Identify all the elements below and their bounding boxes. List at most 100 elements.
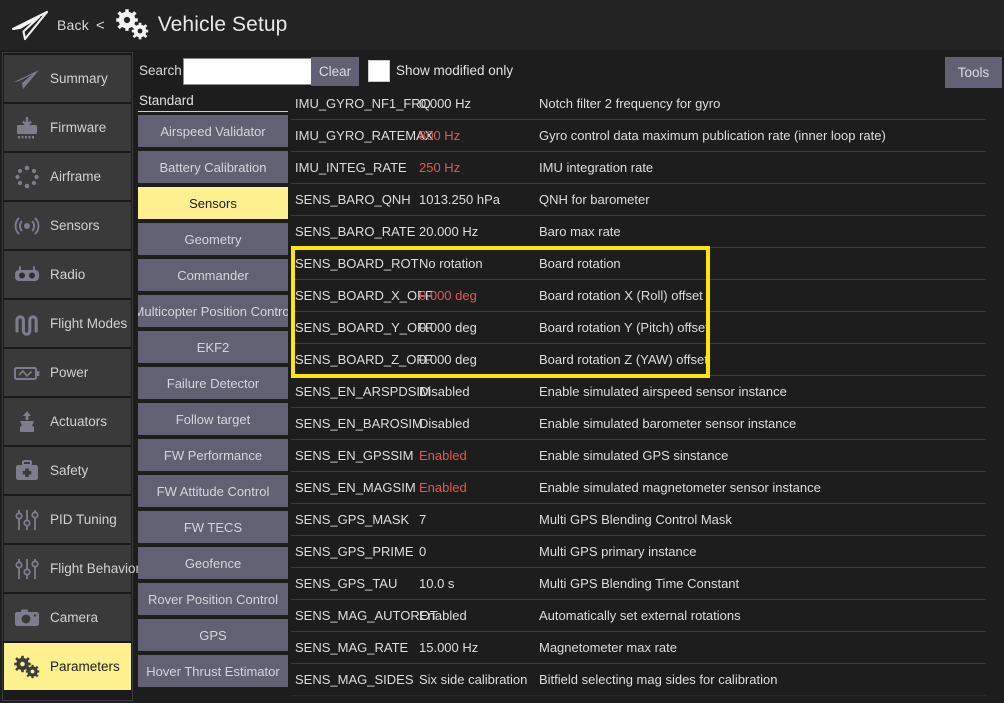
group-item[interactable]: Multicopter Position Control xyxy=(138,295,288,327)
table-row[interactable]: SENS_BOARD_Y_OFF0.000 degBoard rotation … xyxy=(291,312,986,344)
parameter-value: 15.000 Hz xyxy=(419,640,539,655)
group-item[interactable]: GPS xyxy=(138,619,288,651)
group-item[interactable]: Failure Detector xyxy=(138,367,288,399)
table-row[interactable]: IMU_INTEG_RATE250 HzIMU integration rate xyxy=(291,152,986,184)
sidebar-item-label: Sensors xyxy=(50,218,100,233)
parameter-description: Magnetometer max rate xyxy=(539,640,677,655)
sidebar-item-label: Radio xyxy=(50,267,85,282)
group-item[interactable]: Follow target xyxy=(138,403,288,435)
clear-button[interactable]: Clear xyxy=(311,57,359,86)
sidebar-item-parameters[interactable]: Parameters xyxy=(4,643,131,690)
parameter-description: Gyro control data maximum publication ra… xyxy=(539,128,886,143)
parameter-name: SENS_BARO_RATE xyxy=(291,224,419,239)
parameter-name: SENS_EN_GPSSIM xyxy=(291,448,419,463)
table-row[interactable]: SENS_EN_ARSPDSIMDisabledEnable simulated… xyxy=(291,376,986,408)
sidebar-item-label: Parameters xyxy=(50,659,120,674)
sidebar-item-firmware[interactable]: Firmware xyxy=(4,104,131,151)
gears-icon xyxy=(113,8,151,42)
table-row[interactable]: IMU_GYRO_NF1_FRQ0.000 HzNotch filter 2 f… xyxy=(291,88,986,120)
parameter-name: SENS_EN_BAROSIM xyxy=(291,416,419,431)
sliders-icon xyxy=(12,507,42,533)
table-row[interactable]: SENS_GPS_TAU10.0 sMulti GPS Blending Tim… xyxy=(291,568,986,600)
table-row[interactable]: SENS_BARO_RATE20.000 HzBaro max rate xyxy=(291,216,986,248)
parameter-name: SENS_BOARD_Z_OFF xyxy=(291,352,419,367)
group-item[interactable]: Geofence xyxy=(138,547,288,579)
waveform-icon xyxy=(12,311,42,337)
table-row[interactable]: SENS_EN_GPSSIMEnabledEnable simulated GP… xyxy=(291,440,986,472)
table-row[interactable]: SENS_EN_BAROSIMDisabledEnable simulated … xyxy=(291,408,986,440)
parameter-value: Enabled xyxy=(419,608,539,623)
parameter-name: SENS_EN_MAGSIM xyxy=(291,480,419,495)
parameter-name: SENS_GPS_TAU xyxy=(291,576,419,591)
group-item[interactable]: Airspeed Validator xyxy=(138,115,288,147)
group-item[interactable]: Sensors xyxy=(138,187,288,219)
sidebar-item-label: Power xyxy=(50,365,88,380)
sidebar-item-flight-modes[interactable]: Flight Modes xyxy=(4,300,131,347)
table-row[interactable]: SENS_GPS_PRIME0Multi GPS primary instanc… xyxy=(291,536,986,568)
group-item[interactable]: Commander xyxy=(138,259,288,291)
parameter-name: IMU_GYRO_RATEMAX xyxy=(291,128,419,143)
group-item[interactable]: FW Performance xyxy=(138,439,288,471)
sidebar-item-label: PID Tuning xyxy=(50,512,117,527)
parameter-group-list: Standard Airspeed ValidatorBattery Calib… xyxy=(137,92,291,703)
parameter-name: SENS_BARO_QNH xyxy=(291,192,419,207)
group-item[interactable]: EKF2 xyxy=(138,331,288,363)
group-item[interactable]: FW TECS xyxy=(138,511,288,543)
sidebar-item-label: Camera xyxy=(50,610,98,625)
group-item[interactable]: Battery Calibration xyxy=(138,151,288,183)
parameter-value: Enabled xyxy=(419,448,539,463)
table-row[interactable]: IMU_GYRO_RATEMAX800 HzGyro control data … xyxy=(291,120,986,152)
gears-icon xyxy=(12,654,42,680)
setup-sidebar: Summary Firmware xyxy=(2,52,133,701)
back-label[interactable]: Back xyxy=(57,17,89,33)
app-header: Back < xyxy=(0,0,1004,50)
paper-plane-icon[interactable] xyxy=(9,7,51,43)
sidebar-item-label: Flight Modes xyxy=(50,316,127,331)
table-row[interactable]: SENS_MAG_AUTOROTEnabledAutomatically set… xyxy=(291,600,986,632)
parameter-name: SENS_EN_ARSPDSIM xyxy=(291,384,419,399)
parameter-value: No rotation xyxy=(419,256,539,271)
sidebar-item-airframe[interactable]: Airframe xyxy=(4,153,131,200)
parameter-name: IMU_INTEG_RATE xyxy=(291,160,419,175)
parameter-description: Enable simulated barometer sensor instan… xyxy=(539,416,796,431)
sidebar-item-radio[interactable]: Radio xyxy=(4,251,131,298)
table-row[interactable]: SENS_EN_MAGSIMEnabledEnable simulated ma… xyxy=(291,472,986,504)
sidebar-item-camera[interactable]: Camera xyxy=(4,594,131,641)
show-modified-only-checkbox[interactable] xyxy=(368,60,390,82)
sidebar-item-label: Firmware xyxy=(50,120,106,135)
table-row[interactable]: SENS_BOARD_Z_OFF0.000 degBoard rotation … xyxy=(291,344,986,376)
parameter-value: 0 xyxy=(419,544,539,559)
table-row[interactable]: SENS_GPS_MASK7Multi GPS Blending Control… xyxy=(291,504,986,536)
parameter-rows-container: IMU_GYRO_NF1_FRQ0.000 HzNotch filter 2 f… xyxy=(291,88,1002,696)
group-items-container: Airspeed Validator Battery Calibration Sen… xyxy=(137,115,291,687)
sidebar-item-flight-behavior[interactable]: Flight Behavior xyxy=(4,545,131,592)
parameter-name: IMU_GYRO_NF1_FRQ xyxy=(291,96,419,111)
parameter-description: Board rotation X (Roll) offset xyxy=(539,288,703,303)
parameter-table: IMU_GYRO_NF1_FRQ0.000 HzNotch filter 2 f… xyxy=(291,88,1002,703)
parameter-value: Disabled xyxy=(419,384,539,399)
sidebar-item-pid-tuning[interactable]: PID Tuning xyxy=(4,496,131,543)
sidebar-item-summary[interactable]: Summary xyxy=(4,55,131,102)
parameter-value: Enabled xyxy=(419,480,539,495)
group-item[interactable]: Geometry xyxy=(138,223,288,255)
table-row[interactable]: SENS_MAG_SIDESSix side calibrationBitfie… xyxy=(291,664,986,696)
table-row[interactable]: SENS_BOARD_ROTNo rotationBoard rotation xyxy=(291,248,986,280)
parameter-value: 0.000 Hz xyxy=(419,96,539,111)
table-row[interactable]: SENS_MAG_RATE15.000 HzMagnetometer max r… xyxy=(291,632,986,664)
table-row[interactable]: SENS_BOARD_X_OFF0.000 degBoard rotation … xyxy=(291,280,986,312)
group-item[interactable]: FW Attitude Control xyxy=(138,475,288,507)
table-row[interactable]: SENS_BARO_QNH1013.250 hPaQNH for baromet… xyxy=(291,184,986,216)
sidebar-item-power[interactable]: Power xyxy=(4,349,131,396)
group-item[interactable]: Hover Thrust Estimator xyxy=(138,655,288,687)
parameter-value: 250 Hz xyxy=(419,160,539,175)
sidebar-item-sensors[interactable]: Sensors xyxy=(4,202,131,249)
parameter-name: SENS_BOARD_ROT xyxy=(291,256,419,271)
group-item[interactable]: Rover Position Control xyxy=(138,583,288,615)
parameters-toolbar: Search: Clear Show modified only Tools xyxy=(136,52,1002,92)
back-chevron-icon[interactable]: < xyxy=(96,17,105,34)
sidebar-item-actuators[interactable]: Actuators xyxy=(4,398,131,445)
tools-button[interactable]: Tools xyxy=(945,57,1002,88)
search-input[interactable] xyxy=(183,58,332,85)
propeller-dots-icon xyxy=(12,164,42,190)
sidebar-item-safety[interactable]: Safety xyxy=(4,447,131,494)
